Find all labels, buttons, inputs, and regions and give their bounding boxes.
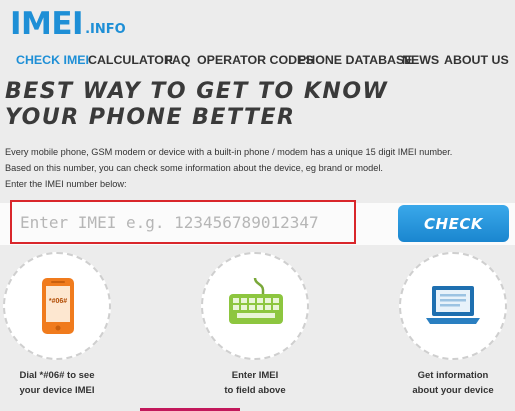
main-nav: CHECK IMEI CALCULATOR FAQ OPERATOR CODES… [0, 50, 515, 72]
nav-about-us[interactable]: ABOUT US [444, 53, 509, 67]
step-caption-line: to field above [224, 385, 286, 396]
nav-news[interactable]: NEWS [402, 53, 439, 67]
headline-line-2: YOUR PHONE BETTER [5, 105, 296, 130]
intro-text: Every mobile phone, GSM modem or device … [5, 144, 510, 192]
nav-faq[interactable]: FAQ [165, 53, 190, 67]
site-logo[interactable]: IMEI .INFO [10, 6, 126, 42]
imei-input[interactable] [10, 200, 356, 244]
page-headline: BEST WAY TO GET TO KNOW YOUR PHONE BETTE… [5, 79, 388, 131]
step-caption: Enter IMEI to field above [190, 368, 320, 398]
step-caption-line: about your device [412, 385, 494, 396]
step-caption: Get information about your device [388, 368, 515, 398]
headline-line-1: BEST WAY TO GET TO KNOW [5, 79, 389, 104]
step-caption-line: Dial *#06# to see [19, 370, 95, 381]
nav-operator-codes[interactable]: OPERATOR CODES [197, 53, 314, 67]
keyboard-icon [229, 277, 283, 324]
step-dial-code: *#06# Dial *#06# to see your device IMEI [0, 252, 122, 398]
intro-line-1: Every mobile phone, GSM modem or device … [5, 147, 453, 157]
step-circle [399, 252, 507, 360]
step-caption: Dial *#06# to see your device IMEI [0, 368, 122, 398]
intro-line-3: Enter the IMEI number below: [5, 179, 127, 189]
phone-icon [42, 278, 74, 334]
nav-calculator[interactable]: CALCULATOR [88, 53, 173, 67]
logo-wordmark: IMEI [10, 6, 84, 42]
phone-code-text: *#06# [48, 298, 68, 305]
step-caption-line: Get information [417, 370, 489, 381]
step-enter-imei: Enter IMEI to field above [190, 252, 320, 398]
step-circle [201, 252, 309, 360]
step-circle: *#06# [3, 252, 111, 360]
step-caption-line: your device IMEI [19, 385, 95, 396]
nav-phone-database[interactable]: PHONE DATABASE [298, 53, 413, 67]
step-get-info: Get information about your device [388, 252, 515, 398]
nav-check-imei[interactable]: CHECK IMEI [16, 53, 89, 67]
logo-suffix: .INFO [85, 22, 126, 37]
step-caption-line: Enter IMEI [231, 370, 279, 381]
check-button[interactable]: CHECK [398, 205, 509, 242]
laptop-icon [426, 286, 480, 324]
intro-line-2: Based on this number, you can check some… [5, 163, 383, 173]
